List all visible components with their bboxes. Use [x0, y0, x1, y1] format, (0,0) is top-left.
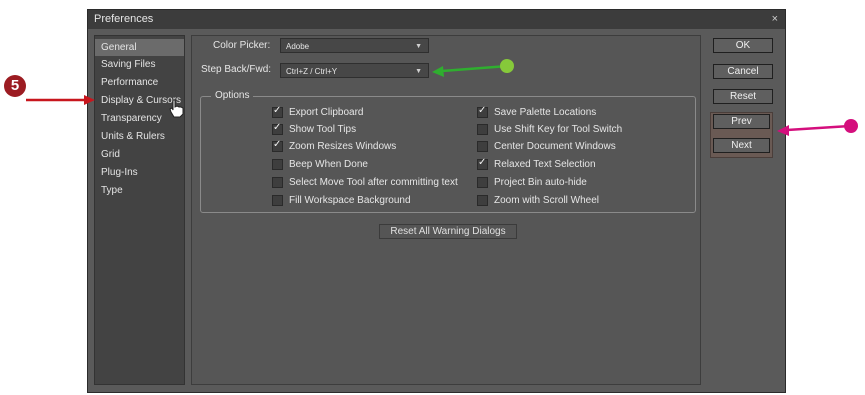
chevron-down-icon: ▼ — [415, 43, 422, 50]
sidebar-item-label: Saving Files — [101, 59, 156, 70]
sidebar-item-transparency[interactable]: Transparency — [95, 110, 184, 127]
checkbox[interactable] — [272, 139, 283, 152]
checkbox[interactable] — [272, 122, 283, 135]
sidebar-item-grid[interactable]: Grid — [95, 146, 184, 163]
next-button[interactable]: Next — [713, 138, 770, 153]
option-label: Use Shift Key for Tool Switch — [494, 123, 623, 135]
option-center-document-windows[interactable]: Center Document Windows — [477, 139, 616, 153]
reset-button[interactable]: Reset — [713, 89, 773, 104]
chevron-down-icon: ▼ — [415, 68, 422, 75]
checkbox[interactable] — [272, 158, 283, 170]
options-group-title: Options — [211, 90, 254, 101]
option-label: Fill Workspace Background — [289, 194, 411, 206]
option-use-shift-key[interactable]: Use Shift Key for Tool Switch — [477, 122, 622, 136]
sidebar-item-display-cursors[interactable]: Display & Cursors — [95, 92, 184, 109]
option-project-bin-auto-hide[interactable]: Project Bin auto-hide — [477, 175, 587, 189]
sidebar-item-plug-ins[interactable]: Plug-Ins — [95, 164, 184, 181]
ok-button[interactable]: OK — [713, 38, 773, 53]
window-title: Preferences — [94, 13, 154, 25]
option-label: Select Move Tool after committing text — [289, 176, 458, 188]
sidebar-item-label: Type — [101, 185, 123, 196]
sidebar-item-performance[interactable]: Performance — [95, 74, 184, 91]
option-zoom-resizes-windows[interactable]: Zoom Resizes Windows — [272, 139, 396, 153]
sidebar-item-general[interactable]: General — [95, 39, 184, 56]
checkbox[interactable] — [477, 105, 488, 118]
magenta-dot — [844, 119, 858, 133]
step-badge: 5 — [4, 75, 26, 97]
checkbox[interactable] — [272, 194, 283, 206]
magenta-arrow-line — [786, 124, 851, 132]
option-label: Relaxed Text Selection — [494, 158, 596, 170]
option-select-move-tool[interactable]: Select Move Tool after committing text — [272, 175, 458, 189]
close-icon[interactable]: × — [772, 10, 778, 29]
color-picker-select[interactable]: Adobe ▼ — [280, 38, 429, 53]
prev-button[interactable]: Prev — [713, 114, 770, 129]
checkbox[interactable] — [272, 105, 283, 118]
reset-warning-dialogs-button[interactable]: Reset All Warning Dialogs — [379, 224, 517, 239]
checkbox[interactable] — [477, 140, 488, 152]
option-beep-when-done[interactable]: Beep When Done — [272, 157, 368, 171]
color-picker-label: Color Picker: — [213, 40, 271, 51]
checkbox[interactable] — [477, 157, 488, 170]
checkbox[interactable] — [477, 123, 488, 135]
category-list: General Saving Files Performance Display… — [94, 35, 185, 385]
option-label: Beep When Done — [289, 158, 368, 170]
option-label: Center Document Windows — [494, 140, 616, 152]
option-label: Show Tool Tips — [289, 123, 357, 135]
sidebar-item-units-rulers[interactable]: Units & Rulers — [95, 128, 184, 145]
option-zoom-scroll-wheel[interactable]: Zoom with Scroll Wheel — [477, 193, 599, 207]
option-label: Save Palette Locations — [494, 106, 597, 118]
step-back-label: Step Back/Fwd: — [201, 64, 272, 75]
sidebar-item-label: Plug-Ins — [101, 167, 138, 178]
option-label: Zoom Resizes Windows — [289, 140, 397, 152]
sidebar-item-type[interactable]: Type — [95, 182, 184, 199]
sidebar-item-saving-files[interactable]: Saving Files — [95, 56, 184, 73]
option-label: Export Clipboard — [289, 106, 364, 118]
checkbox[interactable] — [272, 176, 283, 188]
sidebar-item-label: Units & Rulers — [101, 131, 165, 142]
option-fill-workspace[interactable]: Fill Workspace Background — [272, 193, 411, 207]
color-picker-value: Adobe — [286, 42, 310, 51]
step-back-select[interactable]: Ctrl+Z / Ctrl+Y ▼ — [280, 63, 429, 78]
sidebar-item-label: Transparency — [101, 113, 162, 124]
option-relaxed-text-selection[interactable]: Relaxed Text Selection — [477, 157, 596, 171]
step-back-value: Ctrl+Z / Ctrl+Y — [286, 67, 338, 76]
cancel-button[interactable]: Cancel — [713, 64, 773, 79]
option-export-clipboard[interactable]: Export Clipboard — [272, 105, 363, 119]
option-label: Project Bin auto-hide — [494, 176, 587, 188]
sidebar-item-label: Grid — [101, 149, 120, 160]
option-show-tool-tips[interactable]: Show Tool Tips — [272, 122, 356, 136]
sidebar-item-label: Performance — [101, 77, 159, 88]
sidebar-item-label: General — [101, 42, 137, 53]
checkbox[interactable] — [477, 176, 488, 188]
sidebar-item-label: Display & Cursors — [101, 95, 182, 106]
option-save-palette-locations[interactable]: Save Palette Locations — [477, 105, 596, 119]
title-bar: Preferences × — [88, 10, 785, 29]
checkbox[interactable] — [477, 194, 488, 206]
option-label: Zoom with Scroll Wheel — [494, 194, 600, 206]
